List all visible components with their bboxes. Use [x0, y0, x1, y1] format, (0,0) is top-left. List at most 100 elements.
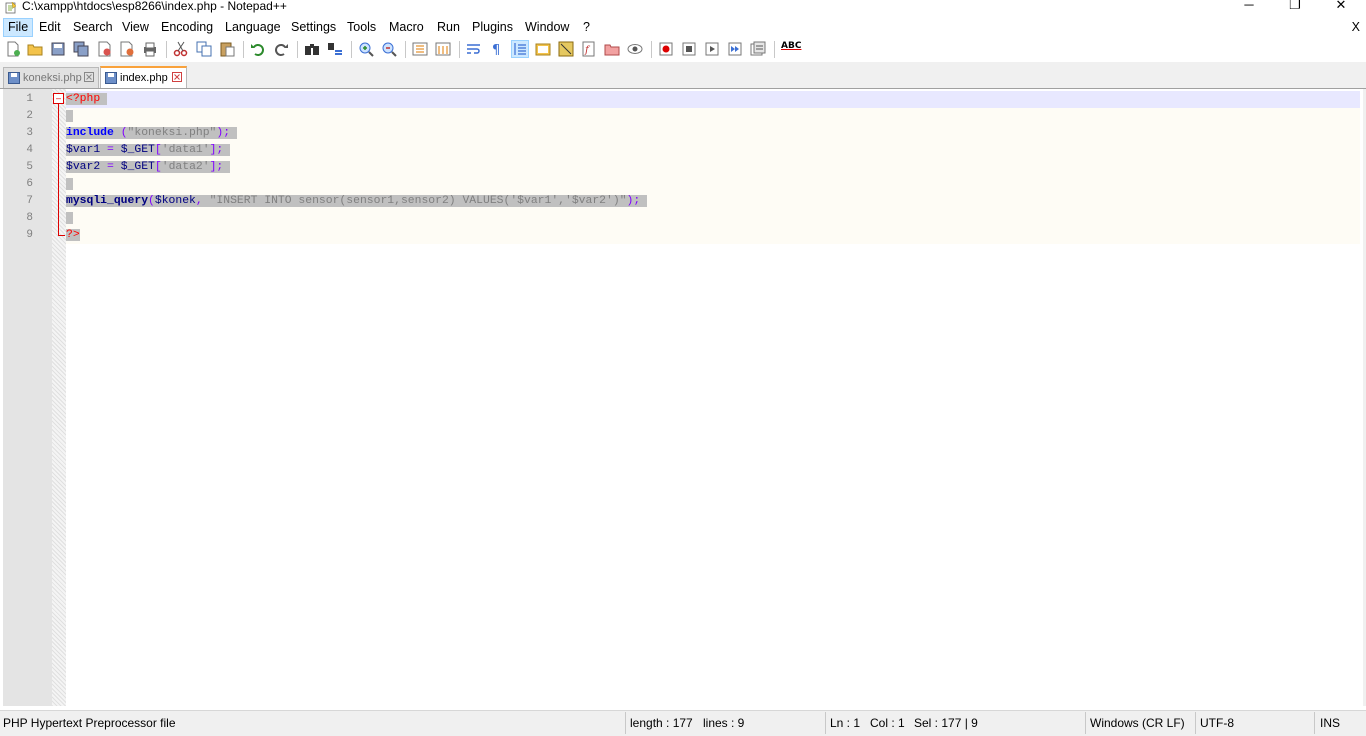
status-eol[interactable]: Windows (CR LF)	[1090, 715, 1185, 732]
code-line[interactable]: $var1 = $_GET['data1'];	[66, 142, 231, 159]
line-background	[66, 227, 1360, 244]
toolbar-separator	[297, 41, 298, 58]
menu-tools[interactable]: Tools	[343, 19, 380, 36]
status-insert-mode[interactable]: INS	[1320, 715, 1340, 732]
doc-map-icon[interactable]	[558, 41, 574, 57]
fold-margin[interactable]	[52, 89, 66, 706]
code-line[interactable]: ?>	[66, 227, 80, 244]
tab-close-icon[interactable]	[84, 72, 94, 82]
code-line[interactable]	[66, 210, 73, 227]
user-defined-lang-icon[interactable]	[535, 41, 551, 57]
folder-as-workspace-icon[interactable]	[604, 41, 620, 57]
tab-index-php[interactable]: index.php	[100, 66, 187, 88]
save-all-icon[interactable]	[73, 41, 89, 57]
paste-icon[interactable]	[219, 41, 235, 57]
menu-language[interactable]: Language	[221, 19, 285, 36]
menu-encoding[interactable]: Encoding	[157, 19, 217, 36]
find-icon[interactable]	[304, 41, 320, 57]
menu-window[interactable]: Window	[521, 19, 573, 36]
function-list-icon[interactable]: f	[581, 41, 597, 57]
code-line[interactable]: <?php	[66, 91, 108, 108]
save-macro-icon[interactable]	[750, 41, 766, 57]
menu-file[interactable]: File	[3, 18, 34, 37]
code-token: mysqli_query	[66, 195, 149, 207]
code-token: ];	[209, 144, 224, 156]
tab-koneksi-php[interactable]: koneksi.php	[3, 67, 99, 88]
record-macro-icon[interactable]	[658, 41, 674, 57]
zoom-out-icon[interactable]	[381, 41, 397, 57]
show-all-chars-icon[interactable]: ¶	[489, 41, 505, 57]
menu-plugins[interactable]: Plugins	[468, 19, 517, 36]
tab-label: koneksi.php	[23, 72, 82, 84]
code-token: (	[113, 127, 128, 139]
code-line[interactable]: mysqli_query($konek, "INSERT INTO sensor…	[66, 193, 648, 210]
selection-highlight: $var2 = $_GET['data2'];	[66, 161, 231, 173]
tab-bar: koneksi.php index.php	[0, 62, 1366, 88]
close-all-icon[interactable]	[119, 41, 135, 57]
status-sel: Sel : 177 | 9	[914, 716, 978, 730]
menu-search[interactable]: Search	[69, 19, 117, 36]
toolbar-separator	[651, 41, 652, 58]
selection-highlight: $var1 = $_GET['data1'];	[66, 144, 231, 156]
spell-check-icon[interactable]: ABC	[781, 41, 801, 57]
copy-icon[interactable]	[196, 41, 212, 57]
menu-macro[interactable]: Macro	[385, 19, 428, 36]
menu-help[interactable]: ?	[579, 19, 594, 36]
save-icon[interactable]	[50, 41, 66, 57]
line-background	[66, 108, 1360, 125]
stop-record-icon[interactable]	[681, 41, 697, 57]
code-token: <?php	[66, 93, 101, 105]
cut-icon[interactable]	[173, 41, 189, 57]
code-token: "koneksi.php"	[127, 127, 217, 139]
status-length: length : 177	[630, 716, 693, 730]
current-line-highlight	[66, 91, 1360, 108]
toolbar-separator	[405, 41, 406, 58]
print-icon[interactable]	[142, 41, 158, 57]
code-token: ,	[195, 195, 210, 207]
close-document-button[interactable]: X	[1352, 19, 1360, 36]
code-token: );	[626, 195, 641, 207]
selection-highlight	[66, 212, 73, 224]
line-number: 8	[26, 212, 33, 224]
status-separator	[1314, 712, 1315, 734]
menu-settings[interactable]: Settings	[287, 19, 340, 36]
menu-bar: File Edit Search View Encoding Language …	[0, 17, 1366, 37]
new-file-icon[interactable]	[5, 41, 21, 57]
code-editor[interactable]: 1 <?php 2 3 include ("koneksi.php"); 4 $var…	[0, 88, 1366, 709]
run-macro-multiple-icon[interactable]	[727, 41, 743, 57]
status-separator	[1085, 712, 1086, 734]
undo-icon[interactable]	[250, 41, 266, 57]
menu-edit[interactable]: Edit	[35, 19, 65, 36]
selection-highlight: mysqli_query($konek, "INSERT INTO sensor…	[66, 195, 648, 207]
status-ln: Ln : 1	[830, 716, 861, 730]
minimize-button[interactable]: ─	[1226, 0, 1272, 16]
open-file-icon[interactable]	[27, 41, 43, 57]
close-window-button[interactable]: ✕	[1318, 0, 1364, 16]
indent-guide-icon[interactable]	[511, 40, 529, 58]
restore-button[interactable]: ❐	[1272, 0, 1318, 16]
code-line[interactable]	[66, 176, 73, 193]
sync-vertical-icon[interactable]	[412, 41, 428, 57]
menu-run[interactable]: Run	[433, 19, 464, 36]
tab-close-icon[interactable]	[172, 72, 182, 82]
code-token: include	[66, 127, 114, 139]
menu-view[interactable]: View	[118, 19, 153, 36]
monitoring-icon[interactable]	[627, 41, 643, 57]
status-encoding[interactable]: UTF-8	[1200, 715, 1234, 732]
code-line[interactable]	[66, 108, 73, 125]
tab-label: index.php	[120, 72, 168, 84]
code-token: $var2	[66, 161, 101, 173]
sync-horizontal-icon[interactable]	[435, 41, 451, 57]
code-line[interactable]: include ("koneksi.php");	[66, 125, 237, 142]
word-wrap-icon[interactable]	[466, 41, 482, 57]
close-icon[interactable]	[96, 41, 112, 57]
selection-highlight	[66, 110, 73, 122]
code-line[interactable]: $var2 = $_GET['data2'];	[66, 159, 231, 176]
line-number: 7	[26, 195, 33, 207]
play-macro-icon[interactable]	[704, 41, 720, 57]
replace-icon[interactable]	[327, 41, 343, 57]
redo-icon[interactable]	[273, 41, 289, 57]
code-token: ?>	[66, 229, 80, 241]
selection-highlight: ?>	[66, 229, 80, 241]
zoom-in-icon[interactable]	[358, 41, 374, 57]
